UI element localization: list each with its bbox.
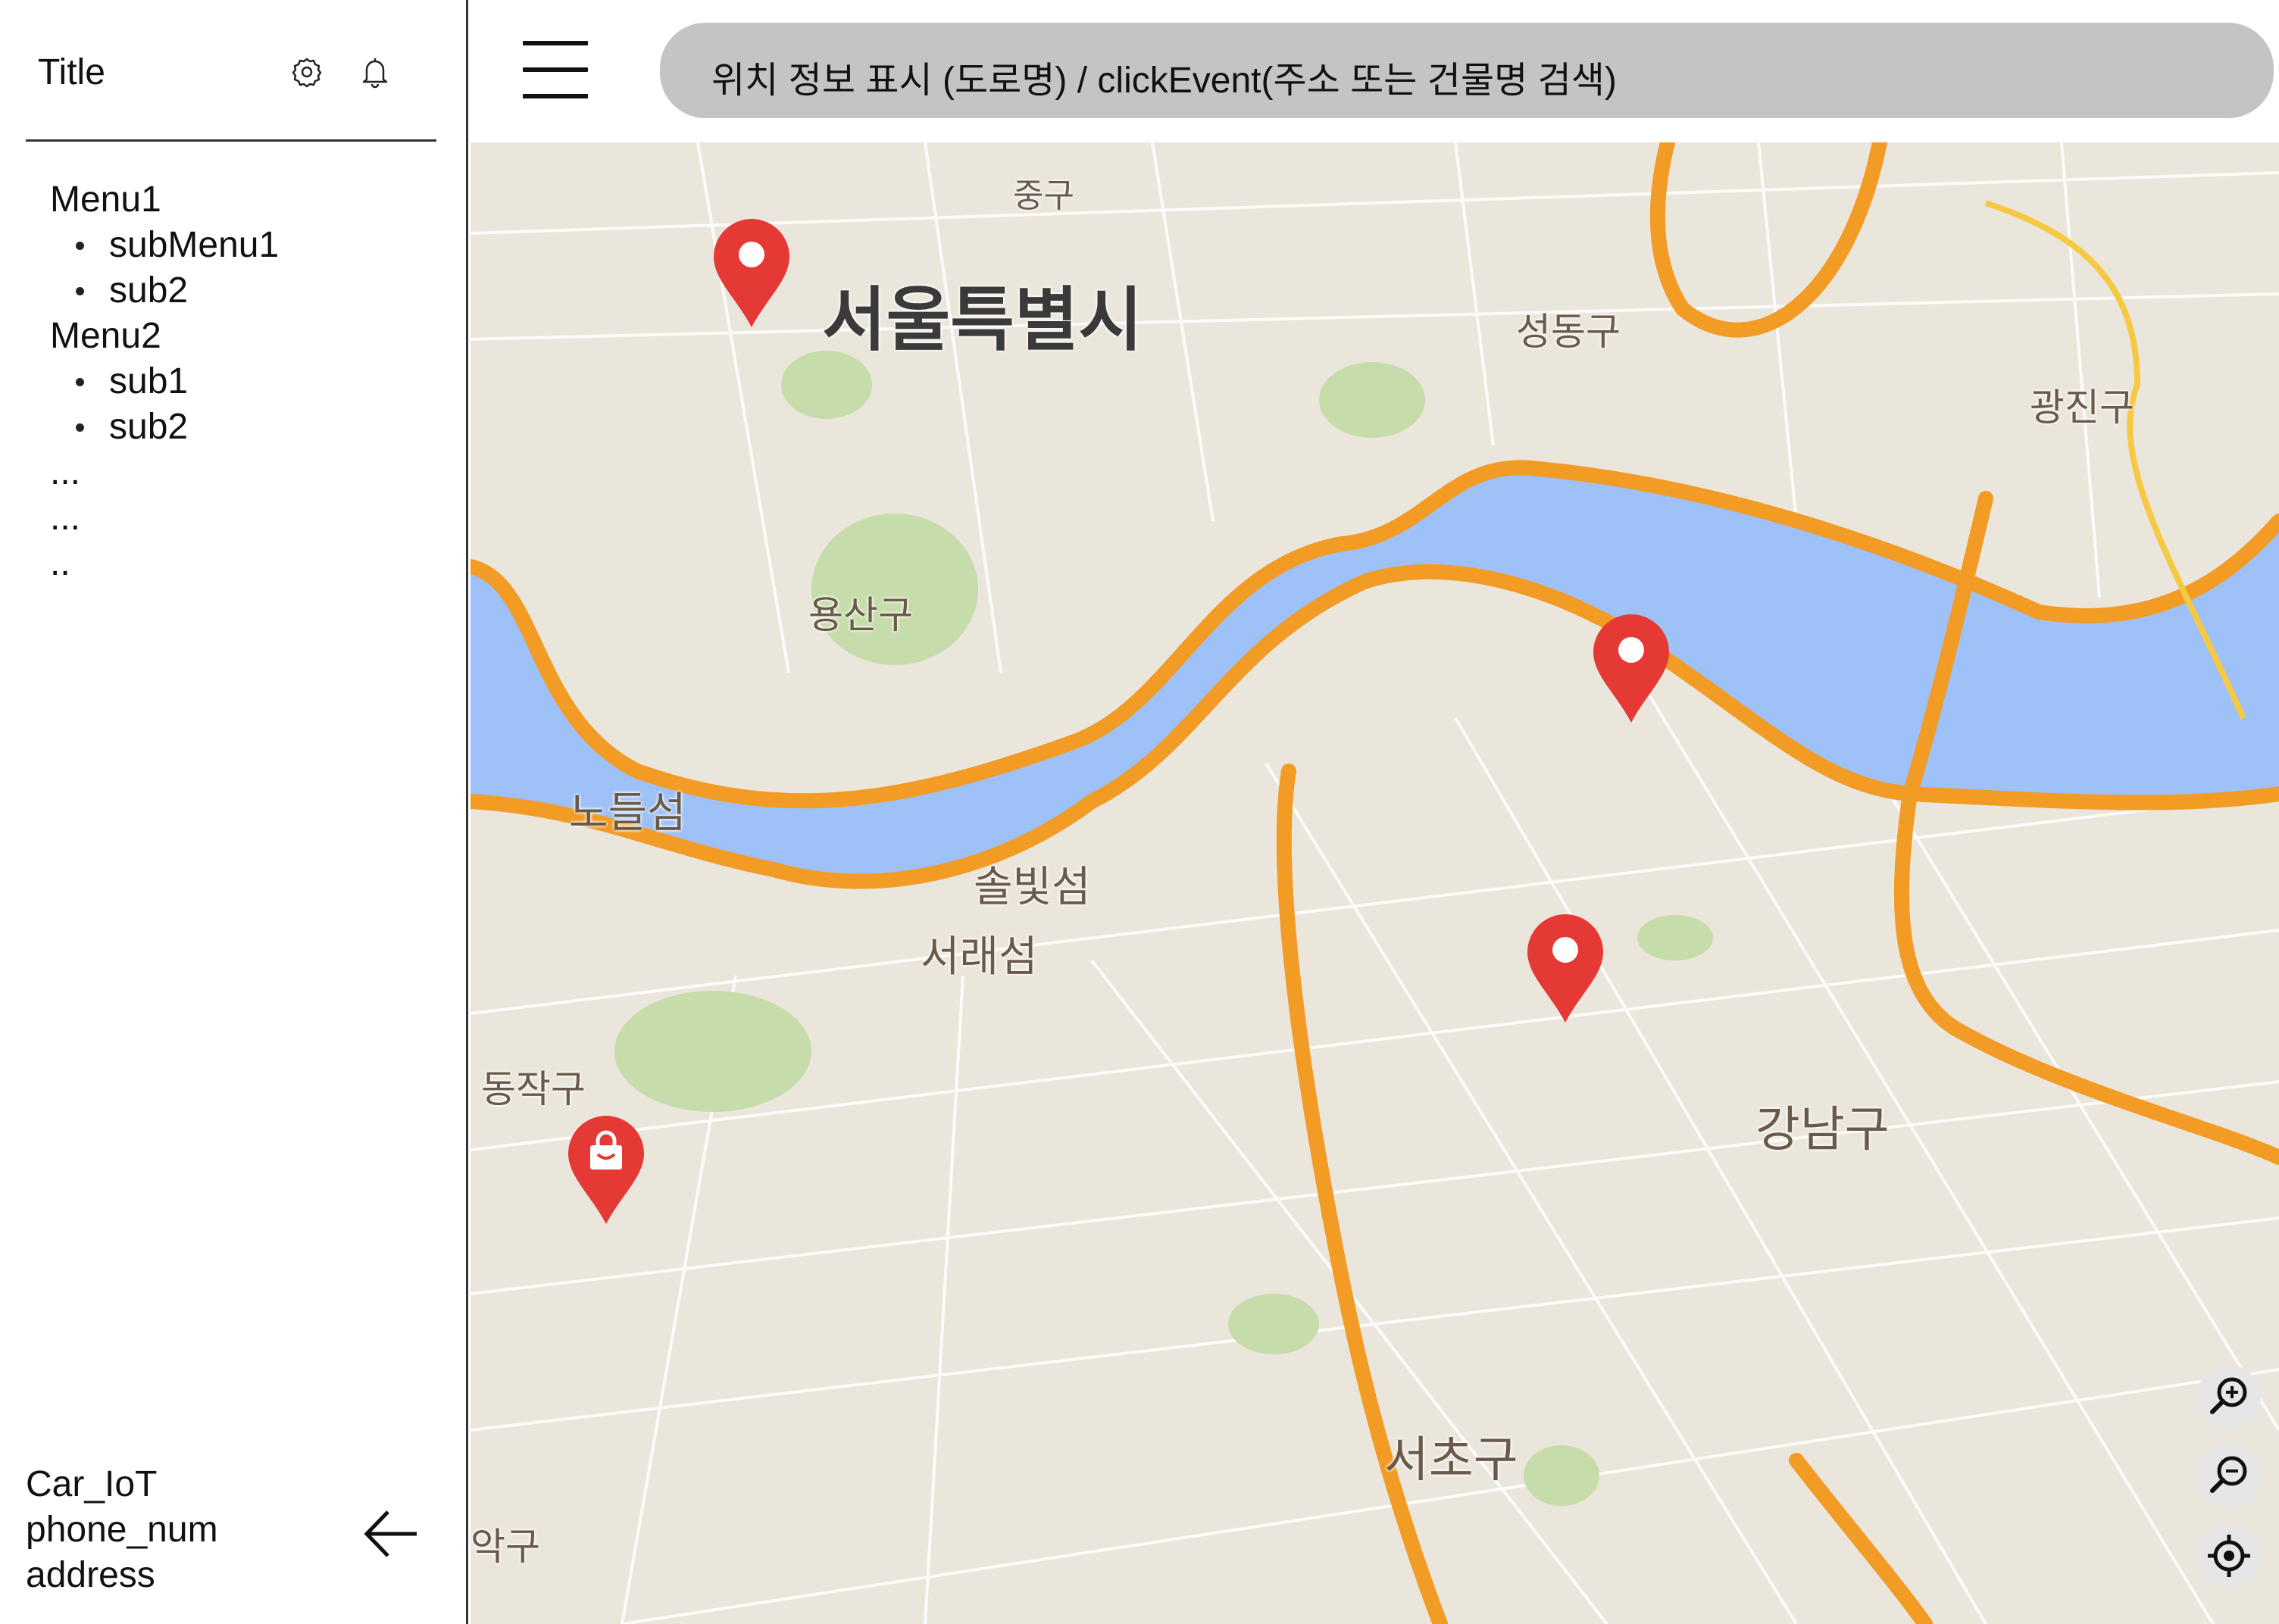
- footer-phone: phone_num: [26, 1510, 218, 1550]
- submenu-item-sub2[interactable]: sub2: [50, 404, 279, 450]
- gear-icon[interactable]: [288, 53, 326, 91]
- hamburger-icon[interactable]: [523, 41, 588, 98]
- sidebar-footer: Car_IoT phone_num address: [26, 1462, 218, 1598]
- submenu-item-submenu1[interactable]: subMenu1: [50, 223, 279, 268]
- map-canvas: [470, 142, 2279, 1624]
- footer-car-iot: Car_IoT: [26, 1464, 158, 1504]
- back-arrow-icon[interactable]: [362, 1507, 420, 1560]
- map-label-gwangjin: 광진구: [2030, 386, 2134, 429]
- sidebar: Title Menu1 subMenu1 sub2 Menu2 sub1 sub…: [0, 0, 468, 1624]
- footer-address: address: [26, 1555, 155, 1595]
- menu-item-menu1[interactable]: Menu1: [50, 177, 279, 223]
- bell-icon[interactable]: [356, 53, 394, 91]
- zoom-in-button[interactable]: [2197, 1365, 2261, 1429]
- my-location-icon: [2208, 1535, 2250, 1577]
- search-text: 위치 정보 표시 (도로명) / clickEvent(주소 또는 건물명 검색…: [711, 61, 1617, 101]
- menu-item-menu2[interactable]: Menu2: [50, 314, 279, 359]
- sidebar-title: Title: [38, 52, 105, 92]
- sidebar-menu: Menu1 subMenu1 sub2 Menu2 sub1 sub2 ... …: [50, 177, 279, 586]
- map-label-dongjak: 동작구: [481, 1067, 586, 1111]
- menu-ellipsis: ..: [50, 543, 70, 583]
- submenu-item-sub1[interactable]: sub1: [50, 359, 279, 404]
- zoom-in-icon: [2210, 1377, 2247, 1414]
- map-label-solbitseom: 솔빛섬: [974, 863, 1091, 912]
- shopping-pin-icon[interactable]: [564, 1112, 648, 1226]
- map-label-seongdong: 성동구: [1516, 310, 1621, 354]
- search-bar[interactable]: 위치 정보 표시 (도로명) / clickEvent(주소 또는 건물명 검색…: [660, 23, 2274, 118]
- location-pin-icon[interactable]: [710, 215, 793, 329]
- map-label-gwanak: 악구: [470, 1525, 540, 1569]
- map-view[interactable]: 중구 서울특별시 성동구 광진구 용산구 노들섬 솔빛섬 서래섬 동작구 강남구…: [470, 142, 2279, 1624]
- map-label-junggu: 중구: [1013, 176, 1074, 215]
- map-label-seocho: 서초구: [1384, 1432, 1518, 1488]
- zoom-out-button[interactable]: [2197, 1444, 2261, 1507]
- location-pin-icon[interactable]: [1590, 611, 1673, 724]
- map-label-seoraeseom: 서래섬: [921, 932, 1038, 982]
- submenu-item-sub2[interactable]: sub2: [50, 268, 279, 314]
- location-pin-icon[interactable]: [1524, 910, 1607, 1024]
- my-location-button[interactable]: [2197, 1524, 2261, 1588]
- map-label-gangnam: 강남구: [1755, 1102, 1890, 1158]
- map-label-seoul: 서울특별시: [822, 280, 1143, 361]
- menu-ellipsis: ...: [50, 498, 81, 538]
- menu-ellipsis: ...: [50, 452, 81, 492]
- zoom-out-icon: [2210, 1456, 2247, 1493]
- map-label-yongsan: 용산구: [808, 593, 913, 637]
- map-label-nodeulseom: 노들섬: [569, 789, 686, 838]
- sidebar-divider: [26, 139, 436, 142]
